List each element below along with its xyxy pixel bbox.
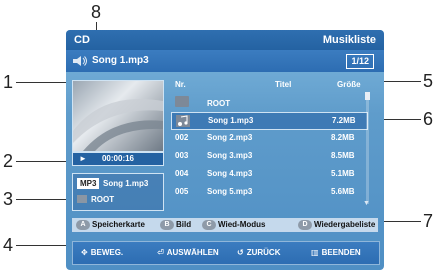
list-item-title: Song 5.mp3 (207, 187, 253, 196)
list-item-nr: 005 (175, 187, 189, 196)
track-list: Nr. Titel Größe ROOT Song 1.mp3 7.2MB 00… (171, 78, 371, 212)
list-item-title: Song 2.mp3 (207, 133, 253, 142)
now-playing-bar: Song 1.mp3 1/12 (66, 50, 384, 72)
list-item-title: Song 3.mp3 (207, 151, 253, 160)
track-counter: 1/12 (346, 54, 374, 69)
key-c-button: C (202, 220, 216, 230)
info-folder: ROOT (91, 195, 115, 204)
folder-icon (175, 96, 189, 107)
playback-time: ► 00:00:16 (72, 152, 164, 166)
enter-icon: ⏎ (157, 248, 164, 257)
key-a-item[interactable]: A Speicherkarte (76, 220, 145, 230)
list-item-nr: 003 (175, 151, 189, 160)
return-icon: ↺ (237, 248, 244, 257)
nav-exit-label: BEENDEN (321, 248, 361, 257)
nav-back[interactable]: ↺ ZURÜCK (237, 242, 280, 264)
source-label: CD (74, 34, 90, 46)
music-list-screen: CD Musikliste Song 1.mp3 1/12 ► 00:00:16… (66, 30, 384, 270)
play-icon: ► (79, 154, 87, 163)
color-key-bar: A Speicherkarte B Bild C Wied-Modus D Wieder… (72, 218, 378, 232)
callout-3-line (16, 199, 72, 200)
list-item-size: 7.2MB (332, 116, 356, 125)
exit-icon: ▥ (311, 248, 319, 257)
folder-icon (77, 195, 87, 203)
folder-row-title: ROOT (207, 99, 231, 108)
title-bar: CD Musikliste (66, 30, 384, 50)
callout-6: 6 (423, 109, 434, 129)
nav-select[interactable]: ⏎ AUSWÄHLEN (157, 242, 219, 264)
key-d-item[interactable]: D Wiedergabeliste (298, 220, 376, 230)
list-item-size: 8.2MB (331, 133, 355, 142)
callout-3: 3 (3, 189, 14, 209)
nav-move-label: BEWEG. (90, 248, 124, 257)
list-header: Nr. Titel Größe (171, 78, 371, 92)
key-c-label: Wied-Modus (218, 220, 266, 229)
key-a-label: Speicherkarte (92, 220, 145, 229)
key-d-button: D (298, 220, 312, 230)
list-item-title: Song 1.mp3 (208, 116, 254, 125)
column-title: Titel (275, 80, 292, 89)
key-c-item[interactable]: C Wied-Modus (202, 220, 265, 230)
list-item[interactable]: 002 Song 2.mp3 8.2MB (171, 130, 366, 146)
file-info: MP3 Song 1.mp3 ROOT (72, 173, 164, 211)
callout-2-line (16, 161, 72, 162)
list-scrollbar[interactable] (366, 96, 369, 204)
navigation-bar: ✥ BEWEG. ⏎ AUSWÄHLEN ↺ ZURÜCK ▥ BEENDEN (72, 241, 380, 265)
list-item[interactable]: Song 1.mp3 7.2MB (171, 112, 368, 130)
callout-4-line (16, 245, 72, 246)
nav-exit[interactable]: ▥ BEENDEN (311, 242, 361, 264)
nav-move[interactable]: ✥ BEWEG. (81, 242, 123, 264)
move-icon: ✥ (81, 248, 88, 257)
list-item-nr: 002 (175, 133, 189, 142)
list-item-size: 5.1MB (331, 169, 355, 178)
list-item[interactable]: 003 Song 3.mp3 8.5MB (171, 148, 366, 164)
callout-2: 2 (3, 151, 14, 171)
speaker-icon (73, 56, 87, 66)
list-item[interactable]: 004 Song 4.mp3 5.1MB (171, 166, 366, 182)
key-d-label: Wiedergabeliste (314, 220, 376, 229)
nav-select-label: AUSWÄHLEN (166, 248, 219, 257)
elapsed-time: 00:00:16 (101, 154, 135, 163)
key-b-button: B (160, 220, 174, 230)
list-item[interactable]: 005 Song 5.mp3 5.6MB (171, 184, 366, 200)
key-b-label: Bild (176, 220, 192, 229)
key-a-button: A (76, 220, 90, 230)
list-item-size: 8.5MB (331, 151, 355, 160)
callout-7: 7 (423, 211, 434, 231)
info-filename: Song 1.mp3 (103, 179, 149, 188)
scroll-down-arrow-icon[interactable]: ▼ (363, 200, 370, 207)
callout-5: 5 (423, 71, 434, 91)
column-nr: Nr. (175, 80, 186, 89)
column-size: Größe (337, 80, 361, 89)
nav-back-label: ZURÜCK (246, 248, 281, 257)
folder-row[interactable]: ROOT (171, 94, 366, 110)
callout-4: 4 (3, 235, 14, 255)
album-art (72, 80, 164, 152)
list-item-title: Song 4.mp3 (207, 169, 253, 178)
callout-8: 8 (91, 2, 102, 22)
key-b-item[interactable]: B Bild (160, 220, 191, 230)
screen-title: Musikliste (322, 34, 376, 46)
scroll-thumb[interactable] (365, 92, 370, 100)
list-item-size: 5.6MB (331, 187, 355, 196)
callout-1: 1 (3, 72, 14, 92)
now-playing-title: Song 1.mp3 (92, 55, 149, 66)
music-note-icon (176, 115, 190, 127)
list-item-nr: 004 (175, 169, 189, 178)
format-badge: MP3 (77, 178, 100, 189)
